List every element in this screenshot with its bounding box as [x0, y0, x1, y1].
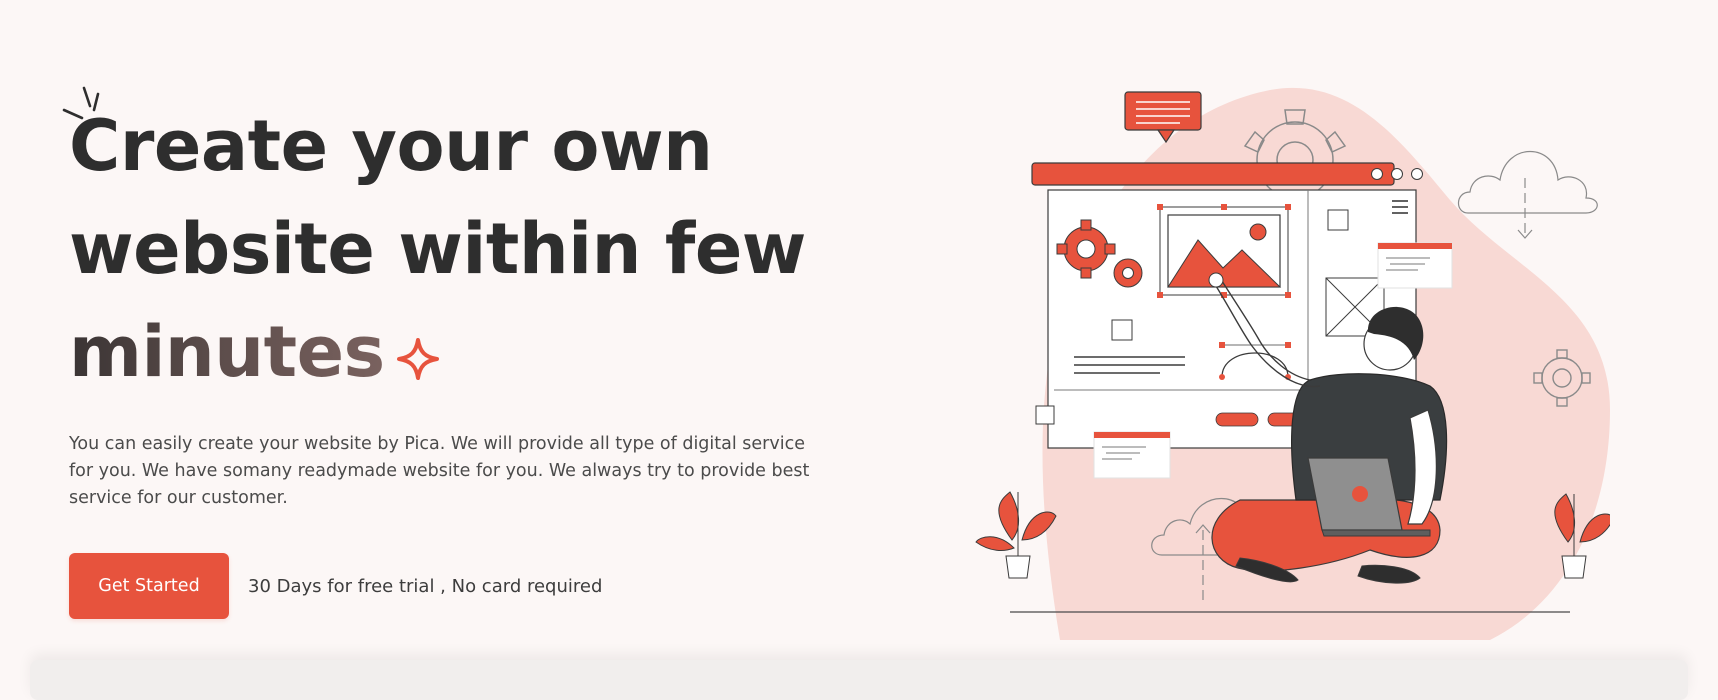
plant-left-icon	[975, 491, 1057, 579]
hero-title-accent-word: minutes	[69, 311, 385, 393]
floating-card-right	[1377, 242, 1453, 289]
hero-title-line-2: website within few	[69, 208, 806, 290]
trial-note: 30 Days for free trial , No card require…	[248, 575, 603, 597]
note-icon	[1111, 319, 1133, 341]
cloud-download-icon	[1457, 150, 1598, 239]
hero-section: Create your own website within few minut…	[0, 0, 1718, 700]
hero-description: You can easily create your website by Pi…	[69, 434, 810, 508]
website-builder-illustration	[975, 87, 1610, 641]
floating-card-left	[1093, 431, 1171, 479]
cta-row: Get Started 30 Days for free trial , No …	[69, 553, 602, 619]
four-point-star-icon	[396, 337, 439, 380]
next-section-edge	[30, 660, 1688, 700]
hero-title: Create your own website within few minut…	[69, 95, 889, 404]
hero-title-line-1: Create your own	[69, 105, 713, 187]
hero-text-block: Create your own website within few minut…	[69, 95, 889, 404]
hero-title-line-3: minutes	[69, 301, 889, 404]
get-started-button[interactable]: Get Started	[69, 553, 229, 619]
